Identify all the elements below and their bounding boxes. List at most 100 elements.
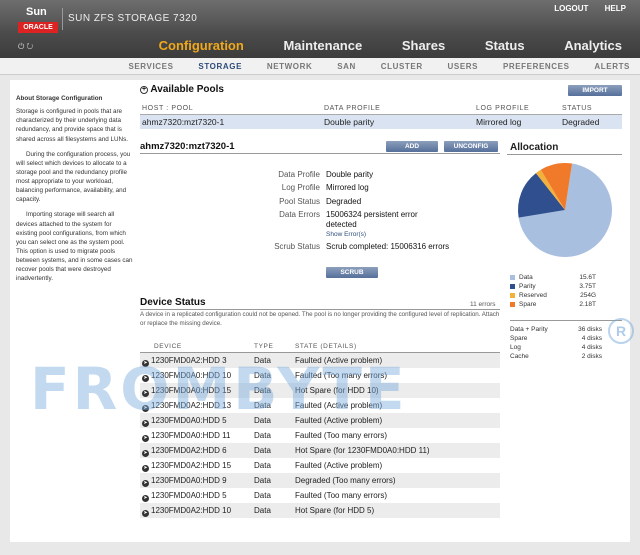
- main-content: About Storage Configuration Storage is c…: [10, 80, 634, 542]
- arrow-right-icon[interactable]: ➤: [142, 510, 149, 517]
- legend-parity: Parity 3.75T: [510, 283, 622, 290]
- data-profile-value: Double parity: [326, 170, 374, 179]
- col-state: STATE (DETAILS): [295, 343, 357, 350]
- col-host-pool: HOST : POOL: [142, 105, 194, 112]
- top-links: LOGOUT HELP: [540, 4, 626, 13]
- subnav-alerts[interactable]: ALERTS: [594, 62, 630, 71]
- device-row[interactable]: ➤ 1230FMD0A2:HDD 10 Data Hot Spare (for HDD…: [140, 503, 500, 518]
- device-cell: ➤ 1230FMD0A2:HDD 15: [142, 461, 231, 472]
- subnav-services[interactable]: SERVICES: [128, 62, 173, 71]
- help-link[interactable]: HELP: [605, 4, 626, 13]
- device-row[interactable]: ➤ 1230FMD0A0:HDD 5 Data Faulted (Too many e…: [140, 488, 500, 503]
- pie-slices: [518, 163, 612, 257]
- device-row[interactable]: ➤ 1230FMD0A0:HDD 11 Data Faulted (Too many …: [140, 428, 500, 443]
- scrub-button[interactable]: SCRUB: [326, 267, 378, 278]
- legend-label-reserved: Reserved: [519, 292, 547, 299]
- help-title: About Storage Configuration: [16, 95, 103, 102]
- device-cell: ➤ 1230FMD0A0:HDD 9: [142, 476, 227, 487]
- device-name: 1230FMD0A2:HDD 6: [151, 446, 227, 455]
- subnav-items: SERVICES STORAGE NETWORK SAN CLUSTER USE…: [106, 62, 630, 71]
- device-row[interactable]: ➤ 1230FMD0A2:HDD 6 Data Hot Spare (for 1230…: [140, 443, 500, 458]
- device-row[interactable]: ➤ 1230FMD0A0:HDD 9 Data Degraded (Too many …: [140, 473, 500, 488]
- device-type: Data: [254, 446, 271, 455]
- title-divider: [62, 8, 63, 30]
- pool-status-label: Pool Status: [279, 197, 320, 206]
- device-state: Degraded (Too many errors): [295, 476, 396, 485]
- allocation-pie-chart: [518, 163, 612, 257]
- disks-value-spare: 4 disks: [581, 335, 602, 342]
- log-profile-label: Log Profile: [281, 183, 320, 192]
- legend-swatch-reserved: [510, 292, 515, 298]
- subnav-cluster[interactable]: CLUSTER: [381, 62, 423, 71]
- plus-icon[interactable]: +: [140, 86, 148, 94]
- disks-data-parity: Data + Parity 36 disks: [510, 326, 622, 333]
- subnav-storage[interactable]: STORAGE: [198, 62, 242, 71]
- arrow-right-icon[interactable]: ➤: [142, 465, 149, 472]
- arrow-right-icon[interactable]: ➤: [142, 495, 149, 502]
- subnav-users[interactable]: USERS: [448, 62, 479, 71]
- legend-label-spare: Spare: [519, 301, 537, 308]
- scrub-status-label: Scrub Status: [274, 242, 320, 251]
- import-button[interactable]: IMPORT: [568, 85, 622, 96]
- arrow-right-icon[interactable]: ➤: [142, 450, 149, 457]
- legend-value-reserved: 254G: [580, 292, 596, 299]
- device-cell: ➤ 1230FMD0A0:HDD 11: [142, 431, 230, 442]
- pool-status-value: Degraded: [326, 197, 362, 206]
- legend-value-data: 15.6T: [579, 274, 596, 281]
- device-errors-count: 11 errors: [470, 301, 496, 308]
- data-errors-value: 15006324 persistent error detected: [326, 210, 418, 230]
- device-type: Data: [254, 506, 271, 515]
- device-name: 1230FMD0A0:HDD 9: [151, 476, 227, 485]
- tab-maintenance[interactable]: Maintenance: [283, 38, 362, 53]
- pool-log-profile: Mirrored log: [476, 117, 522, 127]
- add-button[interactable]: ADD: [386, 141, 438, 152]
- subnav-preferences[interactable]: PREFERENCES: [503, 62, 570, 71]
- pool-data-profile: Double parity: [324, 117, 375, 127]
- device-type: Data: [254, 461, 271, 470]
- device-name: 1230FMD0A2:HDD 10: [151, 506, 232, 515]
- tab-status[interactable]: Status: [485, 38, 525, 53]
- disks-cache: Cache 2 disks: [510, 353, 622, 360]
- disks-label-log: Log: [510, 344, 521, 351]
- brand-label: Sun: [26, 6, 47, 18]
- logout-link[interactable]: LOGOUT: [554, 4, 588, 13]
- help-panel: About Storage Configuration Storage is c…: [16, 94, 134, 289]
- device-state: Hot Spare (for HDD 5): [295, 506, 375, 515]
- help-paragraph-3: Importing storage will search all device…: [16, 211, 133, 283]
- scrub-status-value: Scrub completed: 15006316 errors: [326, 242, 450, 251]
- oracle-badge: ORACLE: [18, 22, 58, 33]
- pool-detail-title: ahmz7320:mzt7320-1: [140, 141, 235, 152]
- tab-shares[interactable]: Shares: [402, 38, 445, 53]
- subnav-san[interactable]: SAN: [337, 62, 356, 71]
- arrow-right-icon[interactable]: ➤: [142, 435, 149, 442]
- legend-spare: Spare 2.18T: [510, 301, 622, 308]
- available-pools-title: Available Pools: [150, 84, 224, 95]
- device-name: 1230FMD0A2:HDD 15: [151, 461, 232, 470]
- tab-configuration[interactable]: Configuration: [159, 38, 244, 53]
- arrow-right-icon[interactable]: ➤: [142, 480, 149, 487]
- col-type: TYPE: [254, 343, 274, 350]
- device-status-divider: [140, 309, 500, 310]
- sun-oracle-logo: Sun ORACLE: [18, 6, 58, 34]
- device-row[interactable]: ➤ 1230FMD0A2:HDD 15 Data Faulted (Active pr…: [140, 458, 500, 473]
- col-device: DEVICE: [154, 343, 182, 350]
- legend-swatch-parity: [510, 283, 515, 289]
- disks-label-spare: Spare: [510, 335, 528, 342]
- tab-analytics[interactable]: Analytics: [564, 38, 622, 53]
- data-profile-label: Data Profile: [278, 170, 320, 179]
- device-state: Hot Spare (for 1230FMD0A0:HDD 11): [295, 446, 430, 455]
- unconfig-button[interactable]: UNCONFIG: [444, 141, 498, 152]
- pool-row[interactable]: ahmz7320:mzt7320-1 Double parity Mirrore…: [140, 115, 622, 129]
- allocation-title: Allocation: [510, 142, 559, 153]
- disks-spare: Spare 4 disks: [510, 335, 622, 342]
- device-name: 1230FMD0A0:HDD 11: [151, 431, 231, 440]
- subnav-network[interactable]: NETWORK: [267, 62, 313, 71]
- show-errors-link[interactable]: Show Error(s): [326, 231, 366, 238]
- pools-table-header: HOST : POOL DATA PROFILE LOG PROFILE STA…: [140, 104, 622, 115]
- power-restart-icons[interactable]: ⏻ ↻: [18, 42, 33, 52]
- device-cell: ➤ 1230FMD0A2:HDD 6: [142, 446, 227, 457]
- col-status: STATUS: [562, 105, 593, 112]
- disks-label-cache: Cache: [510, 353, 529, 360]
- pool-host-pool: ahmz7320:mzt7320-1: [142, 117, 225, 127]
- col-log-profile: LOG PROFILE: [476, 105, 530, 112]
